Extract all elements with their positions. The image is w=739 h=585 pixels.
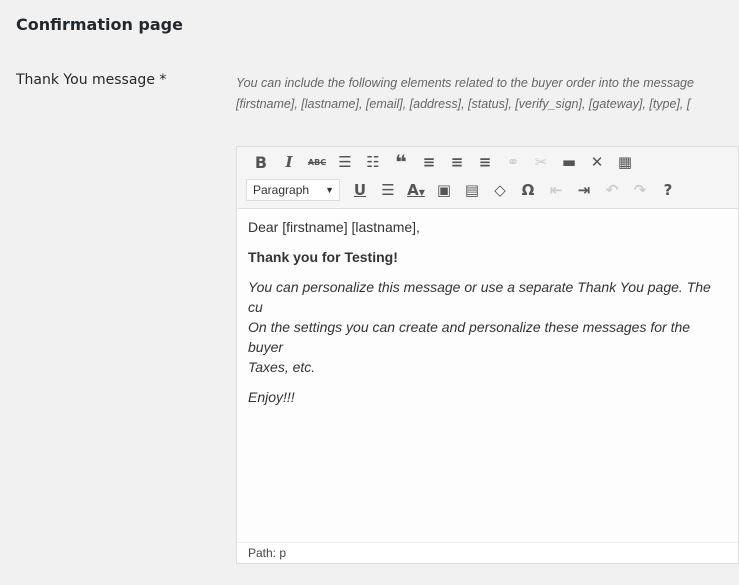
editor-path-bar: Path: p [237, 542, 738, 563]
editor-content[interactable]: Dear [firstname] [lastname], Thank you f… [248, 217, 728, 417]
underline-icon[interactable]: U [346, 181, 374, 199]
unlink-icon[interactable]: ✂ [527, 153, 555, 171]
fullscreen-icon[interactable]: ✕ [583, 153, 611, 171]
align-left-icon[interactable]: ≡ [415, 153, 443, 171]
thank-you-message-label: Thank You message * [16, 72, 167, 88]
greeting-text: Dear [firstname] [lastname], [248, 219, 420, 235]
chevron-down-icon: ▼ [325, 185, 334, 195]
line: On the settings you can create and perso… [248, 319, 691, 355]
section-title: Confirmation page [16, 15, 183, 34]
help-icon[interactable]: ? [654, 181, 682, 199]
italic-icon[interactable]: I [275, 153, 303, 171]
align-right-icon[interactable]: ≡ [471, 153, 499, 171]
text-color-icon[interactable]: A▼ [402, 181, 430, 199]
rich-text-editor: B I ABC ☰ ☷ ❝ ≡ ≡ ≡ ⚭ ✂ ▬ ✕ ▦ Paragraph ▼… [236, 146, 739, 564]
description-line: You can include the following elements r… [236, 76, 694, 90]
body-paragraph: You can personalize this message or use … [248, 277, 728, 377]
outdent-icon[interactable]: ⇤ [542, 181, 570, 199]
line: Taxes, etc. [248, 359, 316, 375]
redo-icon[interactable]: ↷ [626, 181, 654, 199]
format-select[interactable]: Paragraph ▼ [246, 179, 340, 201]
blockquote-icon[interactable]: ❝ [387, 150, 415, 174]
paste-text-icon[interactable]: ▣ [430, 181, 458, 199]
undo-icon[interactable]: ↶ [598, 181, 626, 199]
strikethrough-icon[interactable]: ABC [303, 158, 331, 167]
paste-word-icon[interactable]: ▤ [458, 181, 486, 199]
clear-format-icon[interactable]: ◇ [486, 181, 514, 199]
read-more-icon[interactable]: ▬ [555, 153, 583, 171]
justify-icon[interactable]: ☰ [374, 181, 402, 199]
indent-icon[interactable]: ⇥ [570, 181, 598, 199]
description-line: [firstname], [lastname], [email], [addre… [236, 97, 691, 111]
closing-text: Enjoy!!! [248, 389, 295, 405]
field-description: You can include the following elements r… [236, 73, 736, 115]
align-center-icon[interactable]: ≡ [443, 153, 471, 171]
numbered-list-icon[interactable]: ☷ [359, 153, 387, 171]
format-select-value: Paragraph [253, 183, 310, 197]
link-icon[interactable]: ⚭ [499, 153, 527, 171]
bullet-list-icon[interactable]: ☰ [331, 153, 359, 171]
special-char-icon[interactable]: Ω [514, 181, 542, 199]
bold-icon[interactable]: B [247, 153, 275, 172]
line: You can personalize this message or use … [248, 279, 711, 315]
bold-line: Thank you for Testing! [248, 249, 398, 265]
editor-toolbar: B I ABC ☰ ☷ ❝ ≡ ≡ ≡ ⚭ ✂ ▬ ✕ ▦ Paragraph ▼… [237, 147, 738, 209]
toolbar-toggle-icon[interactable]: ▦ [611, 153, 639, 171]
